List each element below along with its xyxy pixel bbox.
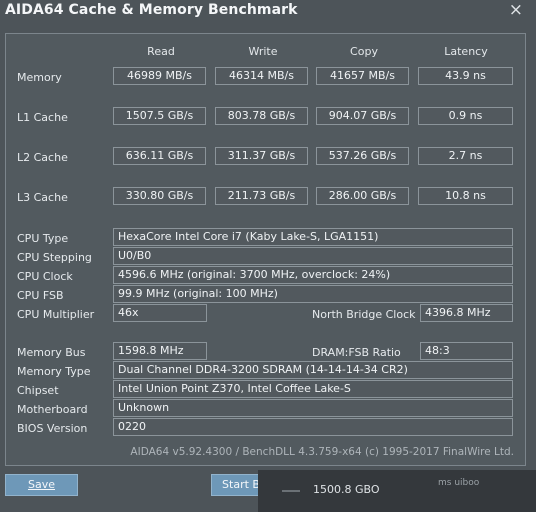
cpu-clock-label: CPU Clock — [17, 270, 73, 283]
dash-icon — [282, 490, 300, 492]
dram-fsb-ratio-value: 48:3 — [420, 342, 513, 360]
cpu-stepping-value: U0/B0 — [113, 247, 513, 265]
cpu-type-value: HexaCore Intel Core i7 (Kaby Lake-S, LGA… — [113, 228, 513, 246]
north-bridge-clock-label: North Bridge Clock — [312, 308, 416, 321]
cpu-fsb-label: CPU FSB — [17, 289, 64, 302]
row-label-l3-cache: L3 Cache — [17, 191, 68, 204]
motherboard-value: Unknown — [113, 399, 513, 417]
chipset-label: Chipset — [17, 384, 59, 397]
column-header-latency: Latency — [444, 45, 488, 58]
memory-read-value: 46989 MB/s — [113, 67, 206, 85]
cpu-clock-value: 4596.6 MHz (original: 3700 MHz, overcloc… — [113, 266, 513, 284]
l2-latency-value: 2.7 ns — [418, 147, 513, 165]
motherboard-label: Motherboard — [17, 403, 88, 416]
cpu-stepping-label: CPU Stepping — [17, 251, 92, 264]
overlay-text: ms uiboo — [438, 478, 480, 488]
memory-bus-label: Memory Bus — [17, 346, 86, 359]
bios-version-value: 0220 — [113, 418, 513, 436]
overlay-value: 1500.8 GBO — [313, 483, 380, 496]
l1-write-value: 803.78 GB/s — [215, 107, 308, 125]
bios-version-label: BIOS Version — [17, 422, 88, 435]
cpu-type-label: CPU Type — [17, 232, 69, 245]
l2-copy-value: 537.26 GB/s — [316, 147, 409, 165]
dram-fsb-ratio-label: DRAM:FSB Ratio — [312, 346, 401, 359]
cpu-fsb-value: 99.9 MHz (original: 100 MHz) — [113, 285, 513, 303]
window-title: AIDA64 Cache & Memory Benchmark — [5, 2, 298, 18]
row-label-memory: Memory — [17, 71, 62, 84]
chipset-value: Intel Union Point Z370, Intel Coffee Lak… — [113, 380, 513, 398]
memory-latency-value: 43.9 ns — [418, 67, 513, 85]
l1-latency-value: 0.9 ns — [418, 107, 513, 125]
memory-write-value: 46314 MB/s — [215, 67, 308, 85]
cpu-multiplier-label: CPU Multiplier — [17, 308, 95, 321]
row-label-l2-cache: L2 Cache — [17, 151, 68, 164]
save-button[interactable]: Save — [5, 474, 78, 496]
l1-copy-value: 904.07 GB/s — [316, 107, 409, 125]
memory-type-label: Memory Type — [17, 365, 91, 378]
l3-read-value: 330.80 GB/s — [113, 187, 206, 205]
column-header-write: Write — [248, 45, 278, 58]
column-header-read: Read — [147, 45, 175, 58]
memory-bus-value: 1598.8 MHz — [113, 342, 207, 360]
cpu-multiplier-value: 46x — [113, 304, 207, 322]
memory-type-value: Dual Channel DDR4-3200 SDRAM (14-14-14-3… — [113, 361, 513, 379]
l3-latency-value: 10.8 ns — [418, 187, 513, 205]
l3-write-value: 211.73 GB/s — [215, 187, 308, 205]
save-button-label: Save — [27, 478, 55, 491]
close-icon[interactable]: × — [509, 0, 523, 20]
column-header-copy: Copy — [350, 45, 378, 58]
version-footer: AIDA64 v5.92.4300 / BenchDLL 4.3.759-x64… — [130, 446, 514, 458]
l2-read-value: 636.11 GB/s — [113, 147, 206, 165]
l2-write-value: 311.37 GB/s — [215, 147, 308, 165]
row-label-l1-cache: L1 Cache — [17, 111, 68, 124]
l3-copy-value: 286.00 GB/s — [316, 187, 409, 205]
l1-read-value: 1507.5 GB/s — [113, 107, 206, 125]
north-bridge-clock-value: 4396.8 MHz — [420, 304, 513, 322]
start-benchmark-label: Start B — [222, 478, 260, 491]
memory-copy-value: 41657 MB/s — [316, 67, 409, 85]
title-bar: AIDA64 Cache & Memory Benchmark × — [0, 0, 536, 24]
